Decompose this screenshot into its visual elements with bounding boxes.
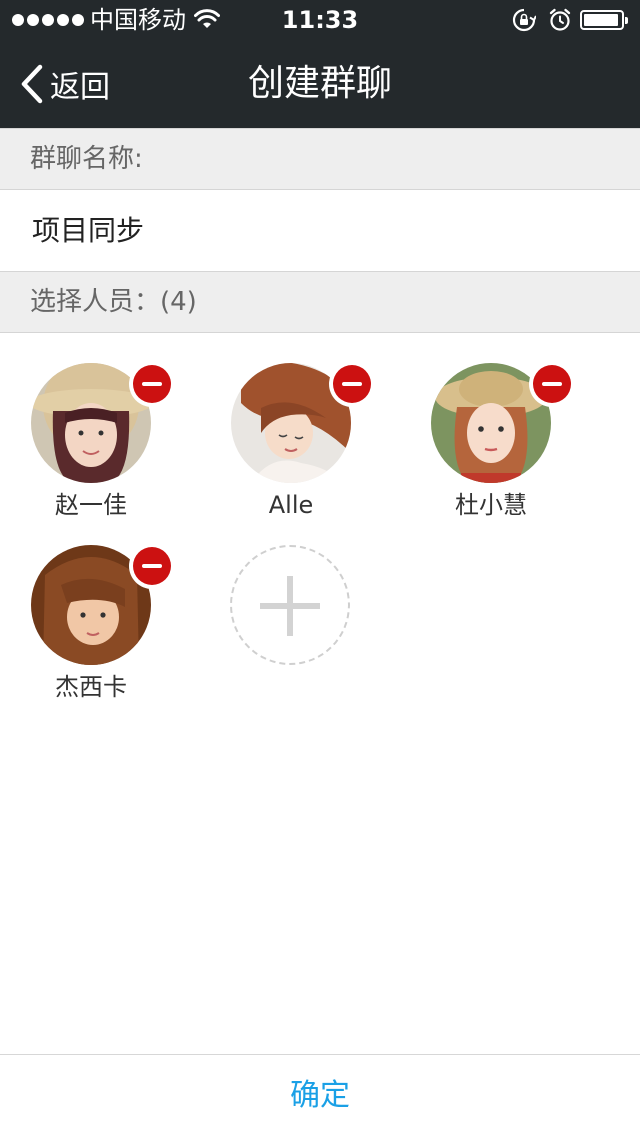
remove-member-button[interactable] [329, 361, 375, 407]
member-name: 赵一佳 [55, 491, 127, 519]
group-name-section-header: 群聊名称: [0, 128, 640, 190]
members-header-label: 选择人员：(4) [30, 287, 197, 317]
group-name-value: 项目同步 [32, 214, 145, 247]
battery-fill [584, 14, 619, 26]
page-title: 创建群聊 [247, 63, 392, 104]
remove-member-button[interactable] [129, 361, 175, 407]
battery-icon [580, 10, 628, 30]
rotation-lock-icon [512, 8, 537, 36]
remove-icon [333, 365, 371, 403]
remove-member-button[interactable] [529, 361, 575, 407]
member-name: Alle [268, 491, 314, 519]
remove-icon [133, 365, 171, 403]
group-name-header-label: 群聊名称: [30, 144, 143, 174]
member-name: 杰西卡 [55, 673, 127, 701]
status-bar: 中国移动 11:33 [0, 0, 640, 40]
top-bar: 中国移动 11:33 返回 创建群聊 [0, 0, 640, 128]
member-name: 杜小慧 [455, 491, 527, 519]
bottom-bar: 确定 [0, 1054, 640, 1137]
remove-member-button[interactable] [129, 543, 175, 589]
alarm-icon [548, 8, 572, 36]
members-section-header: 选择人员：(4) [0, 271, 640, 333]
confirm-button[interactable]: 确定 [0, 1055, 640, 1137]
navigation-bar: 返回 创建群聊 [0, 40, 640, 128]
remove-icon [533, 365, 571, 403]
add-member-button[interactable] [230, 545, 350, 665]
status-time: 11:33 [281, 6, 359, 34]
remove-icon [133, 547, 171, 585]
group-name-field[interactable]: 项目同步 [0, 190, 640, 271]
